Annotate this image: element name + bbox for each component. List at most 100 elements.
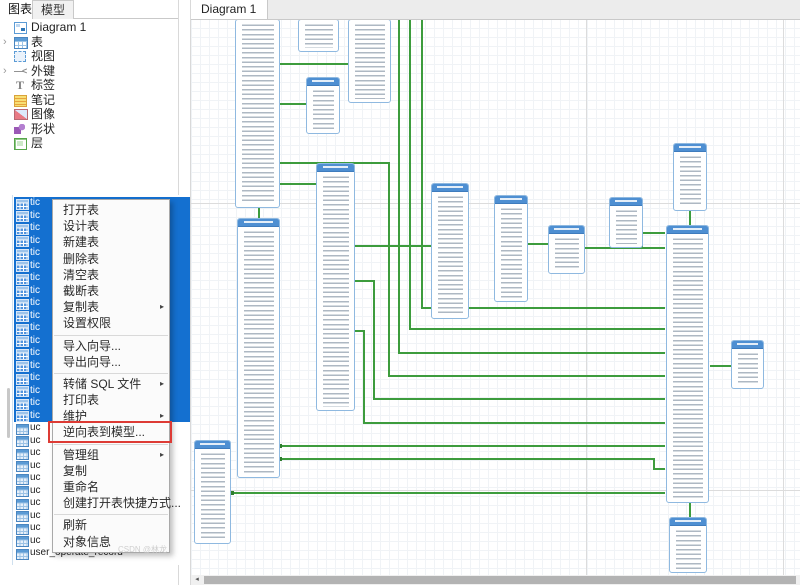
- view-icon: [14, 51, 26, 62]
- er-table-header[interactable]: [432, 184, 468, 192]
- relationship-line: [280, 458, 654, 460]
- menu-item-1[interactable]: 设计表: [53, 218, 169, 234]
- table-icon: [14, 37, 28, 49]
- tree-item-3[interactable]: ›—<外键: [0, 64, 178, 79]
- er-table-9[interactable]: [609, 197, 643, 248]
- er-table-3[interactable]: [306, 77, 340, 134]
- table-list-row-label: tic: [30, 197, 40, 208]
- menu-item-5[interactable]: 截断表: [53, 283, 169, 299]
- relationship-line: [280, 103, 306, 105]
- table-icon: [16, 536, 29, 547]
- er-table-4[interactable]: [316, 163, 355, 411]
- expand-chevron-icon[interactable]: ›: [3, 64, 11, 79]
- table-list-row-label: tic: [30, 360, 40, 371]
- tree-item-6[interactable]: 图像: [0, 107, 178, 122]
- er-table-12[interactable]: [731, 340, 764, 389]
- horizontal-scrollbar-thumb[interactable]: [204, 576, 796, 584]
- er-table-2[interactable]: [348, 19, 391, 103]
- er-table-5[interactable]: [237, 218, 280, 478]
- table-icon: [16, 349, 29, 360]
- menu-item-label: 截断表: [63, 284, 99, 298]
- table-list-scrollbar-thumb[interactable]: [7, 388, 10, 438]
- horizontal-scrollbar[interactable]: ◂: [191, 575, 800, 585]
- menu-item-17[interactable]: 管理组▸: [53, 447, 169, 463]
- relationship-line: [232, 492, 665, 494]
- menu-item-13[interactable]: 打印表: [53, 392, 169, 408]
- menu-item-label: 对象信息: [63, 535, 111, 549]
- submenu-arrow-icon: ▸: [160, 408, 164, 424]
- er-table-header[interactable]: [610, 198, 642, 206]
- tree-item-0[interactable]: Diagram 1: [0, 20, 178, 35]
- relationship-line: [398, 352, 665, 354]
- tree-item-4[interactable]: T标签: [0, 78, 178, 93]
- menu-item-19[interactable]: 重命名: [53, 479, 169, 495]
- er-table-10[interactable]: [673, 143, 707, 211]
- er-table-8[interactable]: [548, 225, 585, 274]
- menu-item-3[interactable]: 删除表: [53, 251, 169, 267]
- er-table-0[interactable]: [235, 19, 280, 208]
- table-list-row-label: uc: [30, 485, 41, 496]
- menu-item-14[interactable]: 维护▸: [53, 408, 169, 424]
- menu-item-6[interactable]: 复制表▸: [53, 299, 169, 315]
- er-table-header[interactable]: [495, 196, 527, 204]
- er-table-fields: [317, 172, 354, 410]
- image-icon: [14, 109, 28, 120]
- menu-item-18[interactable]: 复制: [53, 463, 169, 479]
- tree-item-1[interactable]: ›表: [0, 35, 178, 50]
- er-table-title-text: [679, 146, 701, 148]
- er-table-11[interactable]: [666, 225, 709, 503]
- menu-item-10[interactable]: 导出向导...: [53, 354, 169, 370]
- menu-item-20[interactable]: 创建打开表快捷方式...: [53, 495, 169, 511]
- er-table-7[interactable]: [494, 195, 528, 302]
- er-table-1[interactable]: [298, 19, 339, 52]
- table-list-row-label: tic: [30, 410, 40, 421]
- table-list-row-label: uc: [30, 522, 41, 533]
- er-table-header[interactable]: [670, 518, 706, 526]
- tree-item-7[interactable]: 形状: [0, 122, 178, 137]
- tree-item-8[interactable]: 层: [0, 136, 178, 151]
- er-table-header[interactable]: [674, 144, 706, 152]
- watermark-small: CSDN @林龙: [118, 544, 167, 555]
- sidebar-tab-model[interactable]: 模型: [32, 0, 74, 19]
- table-icon: [16, 449, 29, 460]
- er-table-fields: [732, 349, 763, 388]
- table-list-row-label: uc: [30, 460, 41, 471]
- table-icon: [16, 336, 29, 347]
- er-table-fields: [236, 20, 279, 207]
- er-table-14[interactable]: [194, 440, 231, 544]
- menu-item-15[interactable]: 逆向表到模型...: [53, 424, 169, 440]
- expand-chevron-icon[interactable]: ›: [3, 35, 11, 50]
- menu-item-4[interactable]: 清空表: [53, 267, 169, 283]
- er-table-title-text: [500, 198, 522, 200]
- tree-item-5[interactable]: 笔记: [0, 93, 178, 108]
- scroll-left-icon[interactable]: ◂: [192, 575, 202, 585]
- er-table-header[interactable]: [667, 226, 708, 234]
- menu-item-12[interactable]: 转储 SQL 文件▸: [53, 376, 169, 392]
- menu-item-label: 设置权限: [63, 316, 111, 330]
- menu-item-label: 复制: [63, 464, 87, 478]
- menu-item-0[interactable]: 打开表: [53, 202, 169, 218]
- er-table-header[interactable]: [195, 441, 230, 449]
- er-table-13[interactable]: [669, 517, 707, 573]
- tree-item-label: 表: [31, 35, 43, 49]
- er-table-fields: [238, 227, 279, 477]
- table-list-row-label: tic: [30, 272, 40, 283]
- table-list-row-label: tic: [30, 385, 40, 396]
- tree-item-2[interactable]: 视图: [0, 49, 178, 64]
- tab-diagram-1[interactable]: Diagram 1: [191, 0, 268, 19]
- menu-item-9[interactable]: 导入向导...: [53, 338, 169, 354]
- menu-item-label: 创建打开表快捷方式...: [63, 496, 181, 510]
- er-table-header[interactable]: [549, 226, 584, 234]
- relationship-line: [373, 280, 375, 399]
- table-icon: [16, 261, 29, 272]
- menu-item-2[interactable]: 新建表: [53, 234, 169, 250]
- table-icon: [16, 461, 29, 472]
- er-table-header[interactable]: [238, 219, 279, 227]
- er-table-header[interactable]: [732, 341, 763, 349]
- diagram-drawing-surface[interactable]: [191, 19, 800, 575]
- er-table-header[interactable]: [307, 78, 339, 86]
- er-table-header[interactable]: [317, 164, 354, 172]
- menu-item-22[interactable]: 刷新: [53, 517, 169, 533]
- er-table-6[interactable]: [431, 183, 469, 319]
- menu-item-7[interactable]: 设置权限: [53, 315, 169, 331]
